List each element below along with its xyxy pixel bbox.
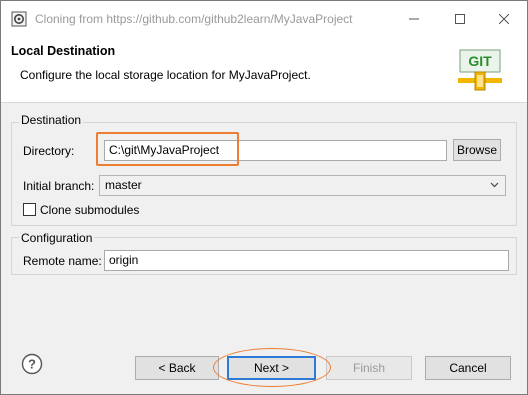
wizard-body: Destination Directory: C:\git\MyJavaProj…	[1, 104, 527, 336]
back-button[interactable]: < Back	[135, 356, 219, 380]
help-icon[interactable]: ?	[21, 353, 43, 375]
browse-button[interactable]: Browse	[453, 139, 501, 161]
minimize-button[interactable]	[391, 1, 437, 37]
cancel-button[interactable]: Cancel	[425, 356, 511, 380]
svg-text:GIT: GIT	[468, 53, 492, 69]
initial-branch-select[interactable]: master	[99, 175, 506, 196]
close-button[interactable]	[481, 1, 527, 37]
finish-button: Finish	[326, 356, 412, 380]
next-button[interactable]: Next >	[227, 356, 316, 380]
minimize-icon	[409, 18, 419, 20]
configuration-group-title: Configuration	[19, 231, 95, 245]
window-title: Cloning from https://github.com/github2l…	[35, 12, 353, 26]
initial-branch-label: Initial branch:	[23, 179, 95, 193]
git-logo-icon: GIT	[458, 49, 502, 91]
wizard-footer: ? < Back Next > Finish Cancel	[1, 336, 527, 394]
maximize-button[interactable]	[437, 1, 483, 37]
directory-input[interactable]: C:\git\MyJavaProject	[104, 140, 447, 161]
clone-wizard-window: Cloning from https://github.com/github2l…	[0, 0, 528, 395]
svg-text:?: ?	[28, 357, 36, 372]
title-bar: Cloning from https://github.com/github2l…	[1, 1, 527, 37]
page-title: Local Destination	[11, 44, 116, 58]
clone-submodules-label: Clone submodules	[40, 203, 140, 217]
maximize-icon	[455, 14, 465, 24]
remote-name-input[interactable]: origin	[104, 250, 509, 271]
destination-group-title: Destination	[19, 113, 84, 127]
chevron-down-icon	[490, 182, 499, 188]
wizard-header: Local Destination Configure the local st…	[1, 37, 527, 103]
remote-name-label: Remote name:	[23, 254, 102, 268]
directory-label: Directory:	[23, 144, 75, 158]
page-description: Configure the local storage location for…	[20, 68, 311, 82]
clone-submodules-checkbox[interactable]	[23, 203, 36, 216]
eclipse-app-icon	[11, 11, 27, 27]
close-icon	[499, 14, 509, 24]
initial-branch-value: master	[105, 178, 142, 192]
